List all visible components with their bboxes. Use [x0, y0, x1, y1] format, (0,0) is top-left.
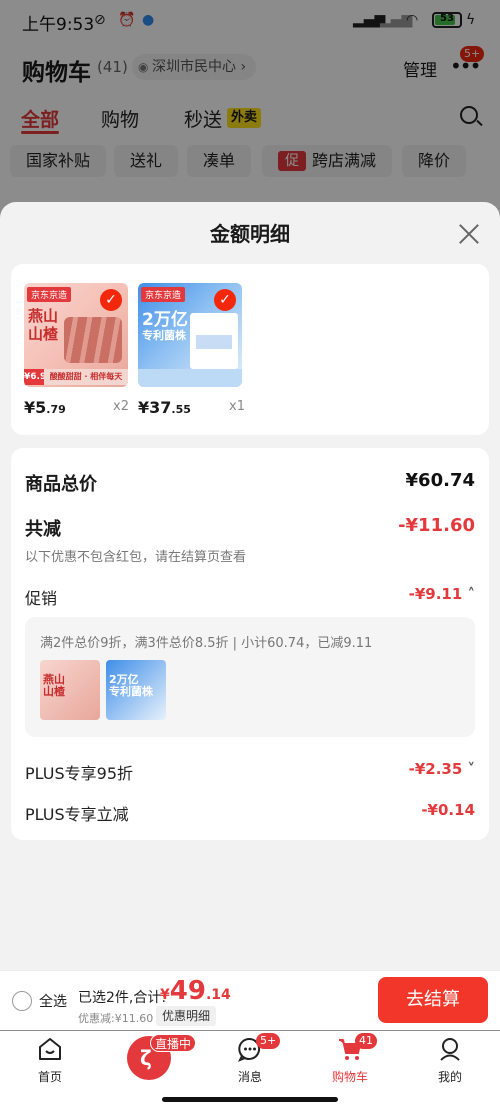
product-image-base — [138, 369, 242, 387]
plus-instant-discount-label: PLUS专享立减 — [25, 805, 129, 824]
promotion-value[interactable]: -¥9.11 ˄ — [409, 585, 475, 603]
brand-logo: 京东京造 — [27, 287, 72, 302]
discount-label: 共减 — [25, 519, 61, 540]
select-all-checkbox[interactable] — [12, 991, 32, 1011]
item-price: ¥37.55 — [138, 398, 191, 417]
total-amount: ¥49.14 — [160, 976, 231, 1006]
nav-label: 我的 — [437, 1070, 462, 1084]
nav-label: 首页 — [37, 1070, 62, 1084]
subtotal-value: ¥60.74 — [405, 470, 475, 491]
discount-note: 以下优惠不包含红包，请在结算页查看 — [25, 550, 247, 565]
chevron-down-icon: ˅ — [462, 760, 475, 778]
checked-icon: ✓ — [100, 289, 122, 311]
nav-home[interactable]: 首页 — [20, 1036, 80, 1085]
home-indicator — [162, 1097, 338, 1102]
plus-instant-discount-value: -¥0.14 — [421, 801, 475, 819]
promo-item-thumbnail: 2万亿 专利菌株 — [106, 660, 166, 720]
product-thumbnail-hawthorn[interactable]: 京东京造 ✓ 燕山 山楂 ¥6.9 酸酸甜甜 · 相伴每天 — [24, 283, 128, 387]
sheet-title: 金额明细 — [210, 222, 290, 246]
user-icon — [440, 1038, 460, 1061]
live-logo-icon: ζ — [140, 1046, 152, 1070]
product-image — [64, 317, 122, 363]
thumb-text: 山楂 — [28, 325, 59, 343]
select-all-label[interactable]: 全选 — [39, 991, 67, 1011]
item-price: ¥5.79 — [24, 398, 66, 417]
product-image — [190, 313, 238, 369]
checked-icon: ✓ — [214, 289, 236, 311]
chevron-up-icon: ˄ — [462, 585, 475, 603]
thumb-slogan: 酸酸甜甜 · 相伴每天 — [44, 369, 128, 385]
home-icon — [39, 1038, 61, 1060]
nav-label: 购物车 — [331, 1070, 368, 1084]
selected-summary: 已选2件,合计: — [78, 990, 167, 1006]
product-thumbnail-probiotic[interactable]: 京东京造 ✓ 2万亿 专利菌株 — [138, 283, 242, 387]
thumb-price: ¥6.9 — [24, 369, 46, 385]
promotion-label[interactable]: 促销 — [25, 585, 57, 609]
nav-mine[interactable]: 我的 — [420, 1036, 480, 1085]
messages-badge: 5+ — [256, 1033, 281, 1049]
promotion-description: 满2件总价9折，满3件总价8.5折 | 小计60.74，已减9.11 — [40, 636, 373, 651]
saved-amount: 优惠减:¥11.60 — [78, 1012, 154, 1025]
plus-95-discount-label[interactable]: PLUS专享95折 — [25, 760, 133, 784]
cart-badge: 41 — [355, 1033, 377, 1049]
brand-logo: 京东京造 — [141, 287, 186, 302]
thumb-text: 专利菌株 — [142, 329, 186, 342]
live-badge: 直播中 — [150, 1034, 197, 1052]
subtotal-label: 商品总价 — [25, 474, 97, 495]
discount-value: -¥11.60 — [398, 515, 475, 536]
promo-item-thumbnail: 燕山 山楂 — [40, 660, 100, 720]
plus-95-discount-value[interactable]: -¥2.35 ˅ — [409, 760, 475, 778]
checkout-button[interactable]: 去结算 — [378, 977, 488, 1023]
item-quantity: x1 — [229, 399, 245, 414]
discount-detail-button[interactable]: 优惠明细 — [156, 1006, 217, 1026]
close-icon[interactable] — [456, 221, 482, 247]
nav-label: 消息 — [237, 1070, 262, 1084]
item-quantity: x2 — [113, 399, 129, 414]
